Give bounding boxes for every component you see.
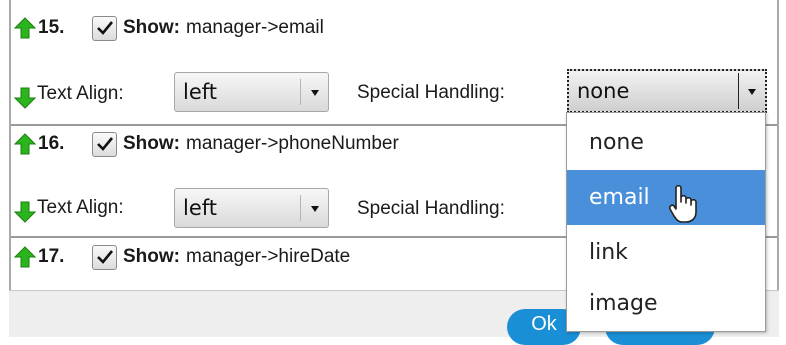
checkmark-icon — [96, 21, 113, 35]
text-align-value: left — [183, 80, 218, 104]
dropdown-option-email[interactable]: email — [567, 170, 765, 225]
special-handling-dropdown: none email link image — [566, 112, 766, 332]
field-name: manager->phoneNumber — [186, 133, 399, 154]
move-up-arrow-icon[interactable] — [14, 133, 36, 155]
row-number: 15. — [38, 17, 65, 38]
text-align-select[interactable]: left — [174, 72, 329, 112]
field-row-header: 17. Show: manager->hireDate — [11, 242, 350, 272]
text-align-label: Text Align: — [37, 83, 124, 104]
select-divider — [738, 73, 739, 109]
text-align-value: left — [183, 196, 218, 220]
text-align-select[interactable]: left — [174, 188, 329, 228]
dropdown-option-image[interactable]: image — [567, 276, 765, 331]
move-up-arrow-icon[interactable] — [14, 246, 36, 268]
show-checkbox[interactable] — [92, 244, 117, 270]
move-down-arrow-icon[interactable] — [14, 201, 36, 223]
row-number: 16. — [38, 133, 65, 154]
dropdown-option-none[interactable]: none — [567, 115, 765, 170]
show-label: Show: — [123, 133, 180, 154]
field-name: manager->email — [186, 17, 324, 38]
chevron-down-icon — [311, 90, 319, 96]
checkmark-icon — [96, 250, 113, 264]
field-row-15: 15. Show: manager->email Text Align: lef… — [11, 0, 777, 124]
mouse-pointer-icon — [669, 184, 697, 223]
dropdown-option-link[interactable]: link — [567, 225, 765, 280]
select-divider — [300, 79, 301, 105]
show-label: Show: — [123, 17, 180, 38]
field-row-options: Text Align: — [11, 188, 124, 228]
show-checkbox[interactable] — [92, 15, 117, 41]
row-number: 17. — [38, 246, 65, 267]
field-row-options: Text Align: — [11, 74, 124, 114]
move-up-arrow-icon[interactable] — [14, 17, 36, 39]
show-checkbox[interactable] — [92, 131, 117, 157]
field-row-header: 16. Show: manager->phoneNumber — [11, 129, 399, 159]
field-name: manager->hireDate — [186, 246, 351, 267]
select-divider — [300, 195, 301, 221]
move-down-arrow-icon[interactable] — [14, 87, 36, 109]
special-handling-value: none — [577, 79, 630, 103]
chevron-down-icon — [311, 206, 319, 212]
text-align-label: Text Align: — [37, 197, 124, 218]
special-handling-label: Special Handling: — [357, 82, 505, 103]
field-row-header: 15. Show: manager->email — [11, 13, 324, 43]
chevron-down-icon — [748, 89, 756, 95]
special-handling-label: Special Handling: — [357, 198, 505, 219]
special-handling-select[interactable]: none — [567, 69, 767, 113]
checkmark-icon — [96, 137, 113, 151]
show-label: Show: — [123, 246, 180, 267]
